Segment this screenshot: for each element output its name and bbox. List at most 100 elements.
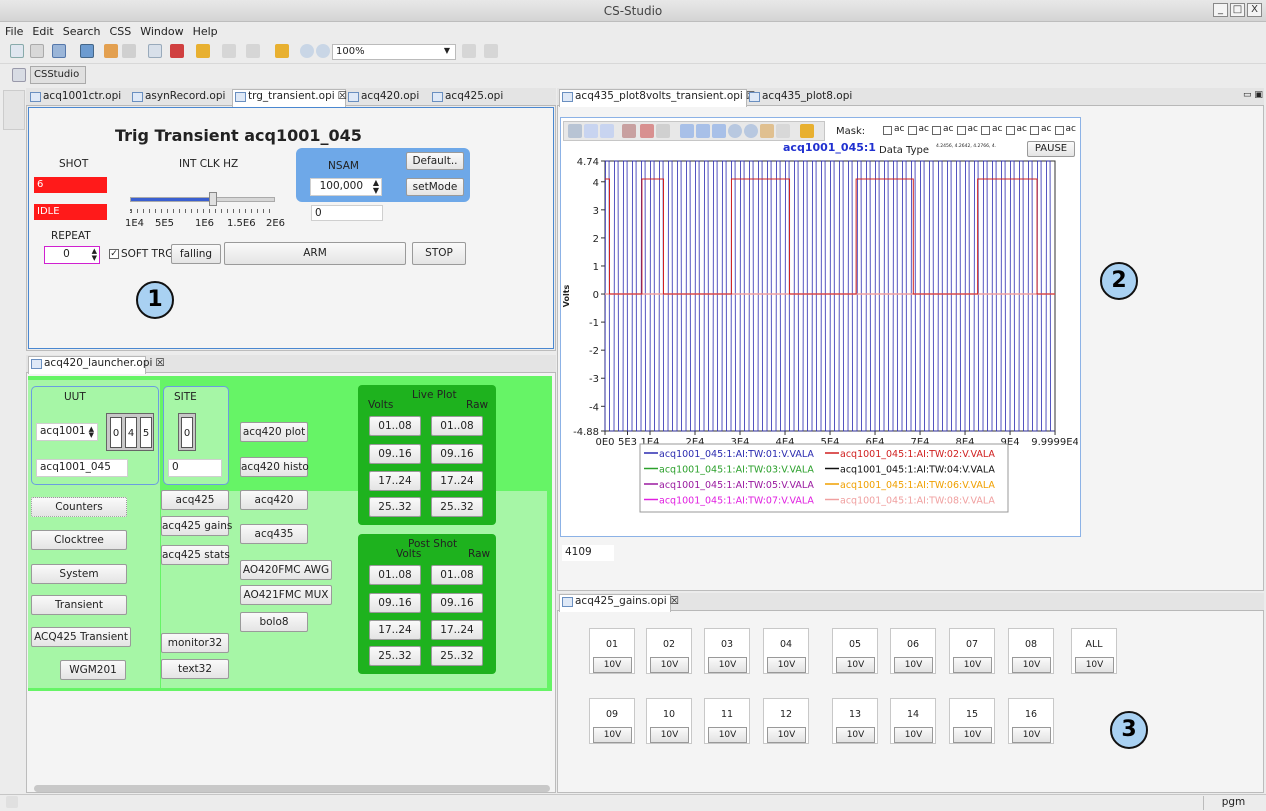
gain-button[interactable]: 10V (593, 727, 632, 743)
site-value[interactable]: 0 (168, 459, 222, 477)
site-digit-spinner[interactable]: 0 (178, 413, 196, 451)
maximize-button[interactable]: □ (1230, 3, 1245, 17)
gain-button[interactable]: 10V (894, 727, 933, 743)
display-icon[interactable] (80, 44, 94, 58)
menu-window[interactable]: Window (135, 22, 187, 38)
gain-button[interactable]: 10V (836, 727, 875, 743)
mask-checkbox[interactable] (932, 126, 941, 135)
tab-acq420-launcher[interactable]: acq420_launcher.opi ☒ (28, 356, 165, 374)
post-raw-button[interactable]: 09..16 (431, 593, 483, 613)
back-icon[interactable] (222, 44, 236, 58)
undo-icon[interactable] (800, 124, 814, 138)
crosshair-icon[interactable] (656, 124, 670, 138)
uut-value[interactable]: acq1001_045 (36, 459, 128, 477)
zoom-out-icon[interactable] (316, 44, 330, 58)
remove-axis-icon[interactable] (600, 124, 614, 138)
live-volts-button[interactable]: 25..32 (369, 497, 421, 517)
gain-button[interactable]: 10V (1012, 657, 1051, 673)
post-volts-button[interactable]: 25..32 (369, 646, 421, 666)
acq420-button[interactable]: acq420 (240, 490, 308, 510)
slider-thumb[interactable] (208, 192, 217, 206)
acq420-plot-button[interactable]: acq420 plot (240, 422, 308, 442)
counters-button[interactable]: Counters (31, 497, 127, 517)
zoom-in-icon[interactable] (728, 124, 742, 138)
live-raw-button[interactable]: 01..08 (431, 416, 483, 436)
gain-button[interactable]: 10V (836, 657, 875, 673)
acq420-histo-button[interactable]: acq420 histo (240, 457, 309, 477)
repeat-spinner[interactable]: 0 ▲ ▼ (44, 246, 100, 264)
new-icon[interactable] (10, 44, 24, 58)
mask-checkbox[interactable] (907, 126, 917, 135)
bolo8-button[interactable]: bolo8 (240, 612, 308, 632)
uut-digit[interactable]: 5 (140, 417, 152, 448)
uut-digit-spinner[interactable]: 0 4 5 (106, 413, 154, 451)
minimize-maximize-icon[interactable]: ▭ ▣ (1243, 90, 1263, 100)
setmode-button[interactable]: setMode (406, 178, 464, 196)
forward-icon[interactable] (246, 44, 260, 58)
gain-button[interactable]: 10V (650, 657, 689, 673)
live-volts-button[interactable]: 09..16 (369, 444, 421, 464)
add-axis-icon[interactable] (584, 124, 598, 138)
uut-digit[interactable]: 4 (125, 417, 137, 448)
intclk-slider[interactable] (130, 197, 275, 202)
stop-button[interactable]: STOP (412, 242, 466, 265)
acq425-button[interactable]: acq425 (161, 490, 229, 510)
pencil-icon[interactable] (170, 44, 184, 58)
close-icon[interactable]: ☒ (670, 595, 679, 607)
pan-icon[interactable] (760, 124, 774, 138)
mask-checkbox[interactable] (981, 126, 990, 135)
menu-help[interactable]: Help (188, 22, 222, 38)
tab-acq425[interactable]: acq425.opi (430, 90, 503, 106)
tab-acq435-plot8volts[interactable]: acq435_plot8volts_transient.opi☒ (559, 89, 755, 107)
arm-button[interactable]: ARM (224, 242, 406, 265)
zoom-vertical-icon[interactable] (712, 124, 726, 138)
tab-acq435-plot8[interactable]: acq435_plot8.opi (747, 90, 852, 106)
live-raw-button[interactable]: 17..24 (431, 471, 483, 491)
minimize-button[interactable]: _ (1213, 3, 1228, 17)
tab-acq425-gains[interactable]: acq425_gains.opi ☒ (559, 594, 679, 612)
ao421fmc-mux-button[interactable]: AO421FMC MUX (240, 585, 332, 605)
acq425-gains-button[interactable]: acq425 gains (161, 516, 232, 536)
horizontal-scrollbar[interactable] (34, 785, 550, 792)
open-perspective-icon[interactable] (12, 68, 26, 82)
gain-button[interactable]: 10V (593, 657, 632, 673)
nav-forward-icon[interactable] (484, 44, 498, 58)
pause-button[interactable]: PAUSE (1027, 141, 1075, 157)
menu-file[interactable]: File (0, 22, 27, 38)
menu-css[interactable]: CSS (105, 22, 136, 38)
close-icon[interactable]: ☒ (155, 357, 164, 369)
tab-acq420[interactable]: acq420.opi (346, 90, 419, 106)
uut-select[interactable]: acq1001 ▲ ▼ (36, 423, 98, 441)
tab-asynrecord[interactable]: asynRecord.opi (130, 90, 225, 106)
site-digit[interactable]: 0 (181, 417, 193, 448)
gain-button[interactable]: 10V (953, 727, 992, 743)
nav-back-icon[interactable] (462, 44, 476, 58)
menu-edit[interactable]: Edit (27, 22, 57, 38)
acq425-stats-button[interactable]: acq425 stats (161, 545, 230, 565)
zoom-horizontal-icon[interactable] (696, 124, 710, 138)
gain-button[interactable]: 10V (953, 657, 992, 673)
mask-checkbox[interactable] (1054, 126, 1064, 135)
post-volts-button[interactable]: 01..08 (369, 565, 421, 585)
post-volts-button[interactable]: 17..24 (369, 620, 421, 640)
fast-view-icon[interactable] (6, 796, 18, 808)
uut-digit[interactable]: 0 (110, 417, 122, 448)
post-volts-button[interactable]: 09..16 (369, 593, 421, 613)
zoom-in-icon[interactable] (300, 44, 314, 58)
clocktree-button[interactable]: Clocktree (31, 530, 127, 550)
acq425-transient-button[interactable]: ACQ425 Transient (31, 627, 131, 647)
save-icon[interactable] (30, 44, 44, 58)
post-raw-button[interactable]: 25..32 (431, 646, 483, 666)
nsam-spinner[interactable]: 100,000 ▲ ▼ (310, 178, 382, 196)
gain-button[interactable]: 10V (1012, 727, 1051, 743)
mask-checkbox[interactable] (883, 126, 892, 135)
tab-trg-transient[interactable]: trg_transient.opi ☒ (232, 89, 347, 107)
gain-button[interactable]: 10V (708, 727, 747, 743)
ao420fmc-awg-button[interactable]: AO420FMC AWG (240, 560, 332, 580)
post-raw-button[interactable]: 17..24 (431, 620, 483, 640)
system-button[interactable]: System (31, 564, 127, 584)
gain-button[interactable]: 10V (767, 657, 806, 673)
gain-button[interactable]: 10V (894, 657, 933, 673)
annotation-icon[interactable] (640, 124, 654, 138)
gain-button[interactable]: 10V (650, 727, 689, 743)
